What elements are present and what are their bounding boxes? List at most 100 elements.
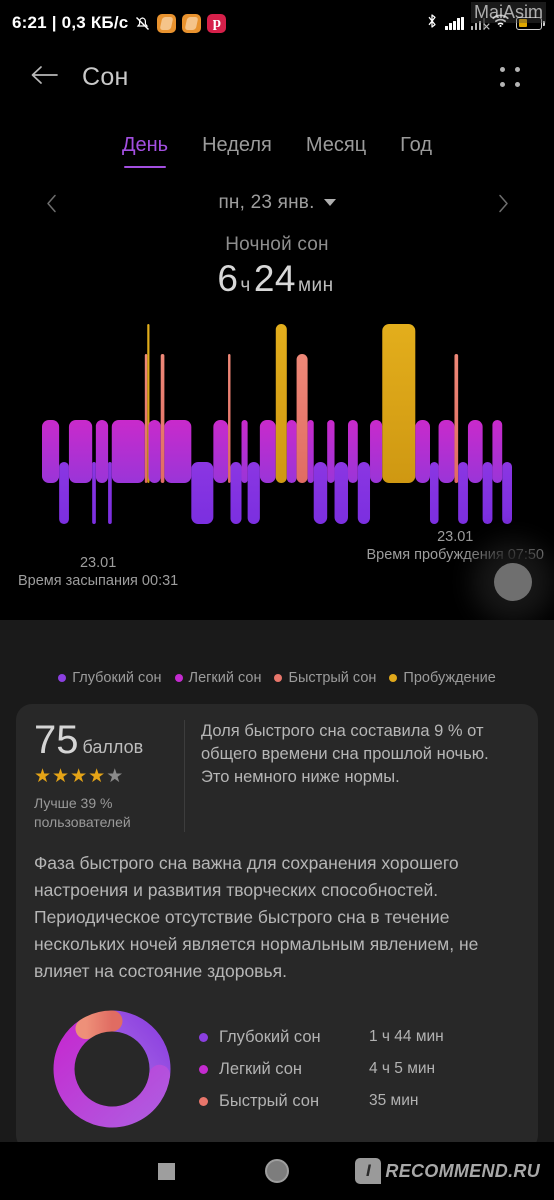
legend-item: Пробуждение (389, 670, 496, 686)
breakdown-row: Глубокий сон 1 ч 44 мин (199, 1021, 520, 1053)
hypnogram-segment (68, 420, 93, 483)
donut-column (34, 1007, 189, 1131)
chart-legend: Глубокий сон Легкий сон Быстрый сон Пробужд… (0, 620, 554, 686)
legend-label: Глубокий сон (72, 670, 162, 686)
donut-arc (74, 1010, 122, 1040)
tab-year[interactable]: Год (400, 134, 432, 168)
tab-week[interactable]: Неделя (202, 134, 272, 168)
hypnogram-segment (334, 462, 348, 524)
hypnogram-segment (382, 324, 416, 483)
system-nav-bar: I RECOMMEND.RU (0, 1142, 554, 1200)
breakdown-label: Быстрый сон (219, 1091, 320, 1110)
score-column: 75 баллов ★★★★★ Лучше 39 % пользователей (34, 720, 184, 832)
sleep-minutes: 24 (253, 258, 296, 299)
hypnogram-segment (286, 420, 297, 483)
score-percentile-label: Лучше 39 % пользователей (34, 795, 131, 830)
hypnogram-segment (42, 420, 60, 483)
previous-day-button[interactable] (34, 186, 68, 220)
legend-dot (274, 674, 283, 682)
hypnogram-segment (95, 420, 109, 483)
hypnogram-segment (59, 462, 69, 524)
sleep-onset-date: 23.01 (79, 554, 117, 571)
rem-summary-text: Доля быстрого сна составила 9 % от общег… (201, 722, 489, 787)
breakdown-dot (199, 1096, 208, 1106)
breakdown-value: 1 ч 44 мин (369, 1028, 444, 1046)
hypnogram-segment (454, 354, 459, 483)
hypnogram-segment (213, 420, 229, 483)
hypnogram-chart[interactable]: 23.01 Время засыпания 00:31 23.01 Время … (0, 316, 554, 601)
legend-dot (174, 674, 183, 682)
wake-time-date: 23.01 (437, 528, 474, 545)
legend-dot (389, 674, 398, 682)
next-day-button[interactable] (486, 186, 520, 220)
hypnogram-segment (241, 420, 248, 483)
page-title: Сон (82, 62, 129, 91)
back-arrow-icon (29, 64, 59, 91)
sleep-onset-text: Время засыпания 00:31 (18, 572, 179, 589)
back-button[interactable] (24, 57, 64, 97)
breakdown-value: 35 мин (369, 1092, 419, 1110)
chart-scroll-handle[interactable] (494, 563, 532, 601)
breakdown-dot (199, 1032, 208, 1042)
sleep-summary-value: 6 ч24 мин (0, 258, 554, 300)
signal-icon (445, 16, 464, 30)
app-icon-orange-1 (157, 13, 177, 33)
hypnogram-segment (144, 354, 148, 483)
hypnogram-segment (230, 462, 242, 524)
tab-day[interactable]: День (122, 134, 168, 168)
chevron-left-icon (46, 194, 56, 212)
hypnogram-segment (228, 354, 231, 483)
donut-arc (101, 1010, 170, 1087)
hypnogram-segment (415, 420, 430, 483)
hypnogram-segment (313, 462, 328, 524)
chevron-right-icon (498, 194, 508, 212)
tab-month[interactable]: Месяц (306, 134, 366, 168)
breakdown-row: Быстрый сон 35 мин (199, 1085, 520, 1117)
hypnogram-segment (259, 420, 276, 483)
recents-square-icon[interactable] (158, 1162, 175, 1180)
screen-watermark: MaiAsim (470, 2, 546, 23)
legend-item: Глубокий сон (58, 670, 162, 686)
sleep-onset-note: 23.01 Время засыпания 00:31 (18, 554, 178, 590)
status-clock: 6:21 | 0,3 КБ/с (12, 13, 129, 32)
sleep-score-value: 75 (34, 718, 79, 762)
hypnogram-segment (92, 462, 96, 524)
hypnogram-segment (458, 462, 468, 524)
chevron-down-icon (323, 199, 336, 206)
details-panel: Глубокий сон Легкий сон Быстрый сон Пробужд… (0, 620, 554, 1200)
sleep-summary: Ночной сон 6 ч24 мин (0, 234, 554, 300)
hypnogram-segment (108, 462, 112, 524)
breakdown-rows: Глубокий сон 1 ч 44 мин Легкий сон 4 ч 5 ми… (189, 1021, 520, 1117)
score-card-top: 75 баллов ★★★★★ Лучше 39 % пользователей… (34, 720, 520, 832)
breakdown-row: Легкий сон 4 ч 5 мин (199, 1053, 520, 1085)
breakdown-dot (199, 1064, 208, 1074)
phone-screen: 6:21 | 0,3 КБ/с p MaiAsim Сон День Недел… (0, 0, 554, 1200)
bluetooth-icon (426, 13, 438, 34)
hypnogram-segment (307, 420, 314, 483)
hypnogram-segment (327, 420, 335, 483)
score-line: 75 баллов (34, 720, 170, 760)
wake-time-note: 23.01 Время пробуждения 07:50 (366, 528, 544, 564)
sleep-hours: 6 (217, 258, 239, 299)
breakdown-label: Глубокий сон (219, 1027, 321, 1046)
breakdown-value: 4 ч 5 мин (369, 1060, 436, 1078)
sleep-summary-label: Ночной сон (225, 234, 329, 255)
hypnogram-segment (191, 462, 214, 524)
rem-body-text: Фаза быстрого сна важна для сохранения х… (34, 852, 479, 982)
hypnogram-segment (296, 354, 308, 483)
app-bar: Сон (0, 46, 554, 108)
site-watermark: I RECOMMEND.RU (355, 1158, 540, 1184)
star-icon: ★ (106, 766, 125, 787)
date-picker-button[interactable]: пн, 23 янв. (218, 192, 336, 214)
star-icon: ★ (88, 766, 107, 787)
hypnogram-segment (247, 462, 260, 524)
home-circle-icon[interactable] (265, 1159, 289, 1183)
irecommend-text: RECOMMEND.RU (385, 1160, 540, 1181)
legend-label: Быстрый сон (288, 670, 377, 686)
hypnogram-segment (357, 462, 371, 524)
legend-label: Легкий сон (188, 670, 262, 686)
legend-dot (58, 674, 67, 682)
sleep-minutes-unit: мин (297, 275, 334, 296)
grid-menu-icon[interactable] (490, 57, 530, 97)
status-bar-left: 6:21 | 0,3 КБ/с (12, 13, 227, 33)
